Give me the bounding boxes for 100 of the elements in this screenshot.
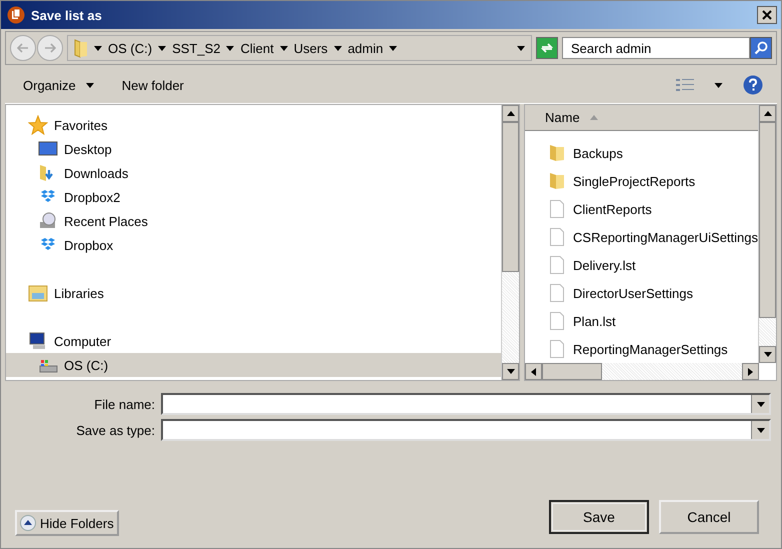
file-item[interactable]: DirectorUserSettings — [525, 279, 758, 307]
document-icon — [549, 340, 566, 358]
scroll-thumb[interactable] — [502, 122, 520, 272]
save-button[interactable]: Save — [549, 500, 649, 534]
back-button[interactable] — [10, 35, 36, 61]
forward-button[interactable] — [37, 35, 63, 61]
file-name: Plan.lst — [573, 314, 616, 328]
folder-icon — [74, 38, 88, 58]
scroll-thumb[interactable] — [542, 363, 602, 380]
search-field[interactable]: Search admin — [562, 37, 750, 59]
scroll-right-icon — [748, 368, 753, 376]
breadcrumb[interactable]: OS (C:) — [108, 40, 152, 56]
scroll-down-icon — [506, 369, 515, 374]
forward-arrow-icon — [44, 43, 56, 53]
dropdown-arrow-icon — [756, 402, 764, 406]
field-label: File name: — [93, 396, 155, 412]
navigation-group[interactable]: Computer — [6, 329, 502, 353]
navigation-group[interactable]: Libraries — [6, 281, 502, 305]
breadcrumb[interactable]: SST_S2 — [172, 40, 220, 56]
list-view-icon — [676, 78, 694, 92]
dropdown-arrow-icon — [389, 46, 398, 50]
folder-icon — [549, 172, 566, 190]
file-name: ClientReports — [573, 202, 652, 216]
scroll-up-icon — [764, 111, 772, 116]
document-icon — [549, 256, 566, 274]
navigation-label: Favorites — [54, 118, 108, 132]
refresh-button[interactable] — [536, 37, 558, 59]
navigation-group[interactable]: Favorites — [6, 113, 502, 137]
cancel-button[interactable]: Cancel — [659, 500, 759, 534]
organize-button[interactable]: Organize — [15, 76, 102, 94]
caret-icon — [714, 82, 723, 88]
dropdown-arrow-icon — [756, 428, 764, 432]
combo-box[interactable] — [161, 419, 771, 441]
navigation-label: Recent Places — [64, 214, 148, 228]
navigation-label: Dropbox2 — [64, 190, 120, 204]
window-title: Save list as — [31, 8, 103, 22]
file-name: DirectorUserSettings — [573, 286, 693, 300]
folder-icon — [549, 144, 566, 162]
dropdown-arrow-icon — [334, 46, 342, 50]
address-bar[interactable]: OS (C:) SST_S2 Client Users admin — [67, 35, 532, 61]
desktop-icon — [38, 140, 58, 158]
hide-folders-button[interactable]: Hide Folders — [15, 510, 119, 536]
dropdown-arrow-icon — [94, 46, 102, 50]
computer-icon — [28, 331, 48, 351]
search-icon — [754, 41, 768, 55]
scrollbar[interactable] — [525, 363, 759, 380]
back-arrow-icon — [17, 43, 29, 53]
collapse-icon — [20, 515, 36, 531]
file-item[interactable]: Plan.lst — [525, 307, 758, 335]
breadcrumb[interactable]: Users — [294, 40, 328, 56]
dropdown-arrow-icon — [280, 46, 288, 50]
document-icon — [549, 284, 566, 302]
star-icon — [28, 115, 48, 135]
scroll-thumb[interactable] — [759, 122, 776, 318]
close-icon — [762, 10, 772, 20]
navigation-label: Libraries — [54, 286, 104, 300]
document-icon — [549, 228, 566, 246]
file-item[interactable]: CSReportingManagerUiSettings — [525, 223, 758, 251]
file-name: Delivery.lst — [573, 258, 636, 272]
app-icon — [7, 6, 25, 24]
navigation-item[interactable]: Downloads — [6, 161, 502, 185]
file-item[interactable]: Backups — [525, 139, 758, 167]
file-name: Backups — [573, 146, 623, 160]
file-name: ReportingManagerSettings — [573, 342, 728, 356]
file-item[interactable]: Delivery.lst — [525, 251, 758, 279]
scroll-down-icon — [764, 352, 772, 357]
history-dropdown-icon[interactable] — [517, 46, 525, 50]
navigation-label: Computer — [54, 334, 112, 348]
search-button[interactable] — [750, 37, 772, 59]
file-name: SingleProjectReports — [573, 174, 696, 188]
scrollbar[interactable] — [501, 105, 520, 380]
dropdown-arrow-icon — [158, 46, 166, 50]
file-name: CSReportingManagerUiSettings — [573, 230, 758, 244]
close-button[interactable] — [757, 6, 777, 24]
dropdown-arrow-icon — [226, 46, 234, 50]
file-item[interactable]: ReportingManagerSettings — [525, 335, 758, 363]
combo-box[interactable] — [161, 393, 771, 415]
navigation-label: Downloads — [64, 166, 128, 180]
document-icon — [549, 200, 566, 218]
navigation-label: Desktop — [64, 142, 112, 156]
new-folder-button[interactable]: New folder — [114, 76, 192, 94]
navigation-item[interactable]: Dropbox — [6, 233, 502, 257]
file-item[interactable]: SingleProjectReports — [525, 167, 758, 195]
caret-icon — [86, 82, 94, 88]
navigation-label: OS (C:) — [64, 358, 108, 372]
breadcrumb[interactable]: Client — [240, 40, 274, 56]
scroll-up-icon — [506, 111, 515, 116]
refresh-icon — [540, 42, 554, 54]
navigation-item[interactable]: Desktop — [6, 137, 502, 161]
column-header[interactable]: Name — [525, 105, 758, 131]
file-item[interactable]: ClientReports — [525, 195, 758, 223]
navigation-label: Dropbox — [64, 238, 114, 252]
navigation-item[interactable]: Dropbox2 — [6, 185, 502, 209]
navigation-item[interactable]: Recent Places — [6, 209, 502, 233]
scroll-left-icon — [531, 368, 536, 376]
breadcrumb[interactable]: admin — [348, 40, 384, 56]
document-icon — [549, 312, 566, 330]
scrollbar[interactable] — [758, 105, 776, 363]
navigation-item[interactable]: OS (C:) — [6, 353, 502, 377]
field-label: Save as type: — [75, 422, 155, 438]
